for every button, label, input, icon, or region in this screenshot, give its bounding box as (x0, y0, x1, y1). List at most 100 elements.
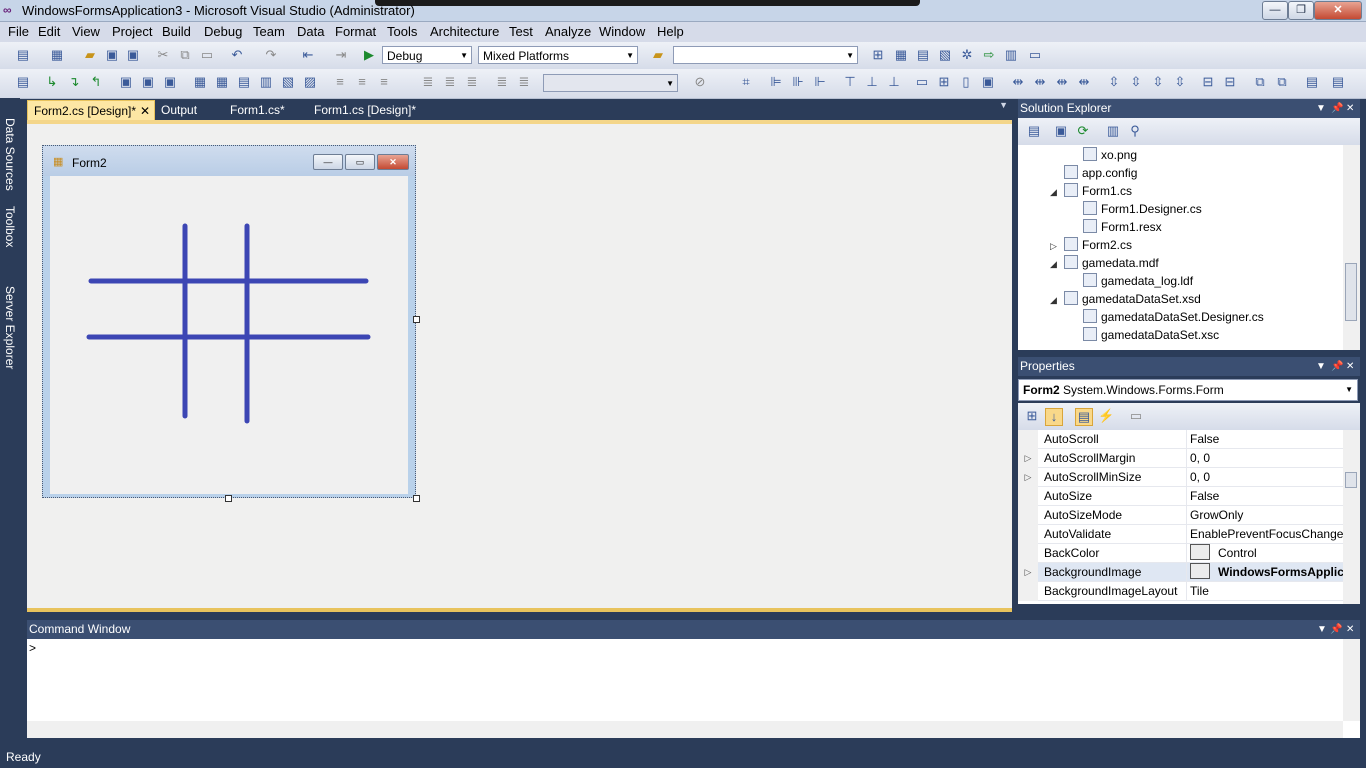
new-project-icon[interactable]: ▤ (15, 47, 31, 63)
toolbar-options-icon[interactable]: ▭ (1027, 47, 1043, 63)
panel-dropdown-icon[interactable]: ▼ (1316, 99, 1326, 118)
align-grid-icon[interactable]: ⌗ (738, 74, 754, 90)
center-vertically-icon[interactable]: ⊟ (1222, 74, 1238, 90)
send-to-back-icon[interactable]: ⧉ (1274, 74, 1290, 90)
align-tops-icon[interactable]: ⊤ (842, 74, 858, 90)
start-page-icon[interactable]: ⇨ (981, 47, 997, 63)
layout-icon-4[interactable]: ▦ (192, 74, 208, 90)
expand-icon[interactable]: ▷ (1018, 563, 1038, 582)
object-selector[interactable]: Form2 System.Windows.Forms.Form ▼ (1018, 379, 1358, 401)
vertical-scrollbar[interactable] (1343, 639, 1360, 721)
menu-format[interactable]: Format (335, 24, 376, 39)
layout-icon-2[interactable]: ▣ (140, 74, 156, 90)
copy-icon[interactable]: ⧉ (177, 47, 193, 63)
align-centers-icon[interactable]: ⊪ (790, 74, 806, 90)
menu-build[interactable]: Build (162, 24, 191, 39)
size-to-grid-icon[interactable]: ⊞ (936, 74, 952, 90)
step-over-icon[interactable]: ↴ (66, 74, 82, 90)
alphabetical-icon[interactable]: ↓ (1045, 408, 1063, 426)
solution-platform-select[interactable]: Mixed Platforms ▼ (478, 46, 638, 64)
pin-icon[interactable]: 📌 (1331, 99, 1343, 118)
v-spacing-dec-icon[interactable]: ⇳ (1150, 74, 1166, 90)
layout-icon-6[interactable]: ▤ (236, 74, 252, 90)
layout-icon-12[interactable]: ≡ (376, 74, 392, 90)
outdent-icon[interactable]: ≣ (464, 74, 480, 90)
refresh-icon[interactable]: ⟳ (1075, 123, 1091, 139)
navigate-forward-icon[interactable]: ⇥ (333, 47, 349, 63)
tree-item[interactable]: gamedataDataSet.Designer.cs (1069, 308, 1264, 326)
add-item-icon[interactable]: ▦ (49, 47, 65, 63)
layout-icon-3[interactable]: ▣ (162, 74, 178, 90)
resize-handle-bottom[interactable] (225, 495, 232, 502)
v-spacing-remove-icon[interactable]: ⇳ (1172, 74, 1188, 90)
bookmark-icon[interactable]: ≣ (516, 74, 532, 90)
property-value[interactable]: WindowsFormsApplica (1186, 563, 1343, 582)
menu-project[interactable]: Project (112, 24, 152, 39)
menu-data[interactable]: Data (297, 24, 324, 39)
h-spacing-inc-icon[interactable]: ⇹ (1032, 74, 1048, 90)
layout-options-icon[interactable]: ▤ (1330, 74, 1346, 90)
bring-to-front-icon[interactable]: ⧉ (1252, 74, 1268, 90)
menu-architecture[interactable]: Architecture (430, 24, 499, 39)
close-button[interactable]: ✕ (1314, 1, 1362, 20)
toolbox-icon[interactable]: ▧ (937, 47, 953, 63)
layout-icon-9[interactable]: ▨ (302, 74, 318, 90)
horizontal-scrollbar[interactable] (27, 721, 1343, 738)
tab-form1-design[interactable]: Form1.cs [Design]* (308, 100, 422, 120)
find-combo[interactable]: ▼ (673, 46, 858, 64)
property-row[interactable]: ▷ AutoScrollMargin 0, 0 (1018, 449, 1343, 468)
make-same-size-icon[interactable]: ▣ (980, 74, 996, 90)
make-same-width-icon[interactable]: ▭ (914, 74, 930, 90)
center-horizontally-icon[interactable]: ⊟ (1200, 74, 1216, 90)
align-to-grid-icon[interactable]: ▤ (15, 74, 31, 90)
tree-item[interactable]: ▷ Form2.cs (1050, 236, 1132, 254)
panel-dropdown-icon[interactable]: ▼ (1317, 620, 1327, 639)
menu-tools[interactable]: Tools (387, 24, 417, 39)
close-tab-icon[interactable]: ✕ (140, 101, 150, 121)
property-row[interactable]: ▷ AutoScrollMinSize 0, 0 (1018, 468, 1343, 487)
tab-server-explorer[interactable]: Server Explorer (2, 286, 18, 369)
panel-dropdown-icon[interactable]: ▼ (1316, 357, 1326, 376)
form-client-area[interactable] (50, 176, 408, 494)
form-window[interactable]: ▦ Form2 — ▭ ✕ (42, 145, 416, 498)
menu-view[interactable]: View (72, 24, 100, 39)
cut-icon[interactable]: ✂ (155, 47, 171, 63)
step-icon[interactable]: ↳ (44, 74, 60, 90)
uncomment-icon[interactable]: ≣ (442, 74, 458, 90)
close-panel-icon[interactable]: ✕ (1346, 99, 1354, 118)
breakpoint-icon[interactable]: ⊘ (692, 74, 708, 90)
target-combo[interactable]: ▼ (543, 74, 678, 92)
command-window-icon[interactable]: ▥ (1003, 47, 1019, 63)
layout-icon-7[interactable]: ▥ (258, 74, 274, 90)
tree-item[interactable]: gamedataDataSet.xsc (1069, 326, 1219, 344)
menu-debug[interactable]: Debug (204, 24, 242, 39)
layout-icon-1[interactable]: ▣ (118, 74, 134, 90)
solution-configuration-select[interactable]: Debug ▼ (382, 46, 472, 64)
v-spacing-equal-icon[interactable]: ⇳ (1106, 74, 1122, 90)
view-designer-icon[interactable]: ⚲ (1127, 123, 1143, 139)
menu-team[interactable]: Team (253, 24, 285, 39)
indent-icon[interactable]: ≣ (494, 74, 510, 90)
tree-item[interactable]: xo.png (1069, 146, 1137, 164)
property-row[interactable]: BackgroundImageLayout Tile (1018, 582, 1343, 601)
property-value[interactable]: Control (1186, 544, 1343, 563)
property-row[interactable]: AutoValidate EnablePreventFocusChange (1018, 525, 1343, 544)
property-value[interactable]: 0, 0 (1186, 449, 1343, 468)
designer-surface[interactable]: ▦ Form2 — ▭ ✕ (27, 120, 1012, 612)
scrollbar-thumb[interactable] (1345, 472, 1357, 488)
solution-explorer-icon[interactable]: ⊞ (870, 47, 886, 63)
h-spacing-remove-icon[interactable]: ⇹ (1076, 74, 1092, 90)
menu-file[interactable]: File (8, 24, 29, 39)
resize-handle-corner[interactable] (413, 495, 420, 502)
view-code-icon[interactable]: ▥ (1105, 123, 1121, 139)
tree-item[interactable]: ◢ Form1.cs (1050, 182, 1132, 200)
property-row[interactable]: BackColor Control (1018, 544, 1343, 563)
tree-item[interactable]: ◢ gamedata.mdf (1050, 254, 1159, 272)
find-in-files-icon[interactable]: ▰ (650, 47, 666, 63)
make-same-height-icon[interactable]: ▯ (958, 74, 974, 90)
property-value[interactable]: False (1186, 430, 1343, 449)
command-window-body[interactable]: > (27, 639, 1360, 738)
open-file-icon[interactable]: ▰ (82, 47, 98, 63)
tree-item[interactable]: Form1.Designer.cs (1069, 200, 1202, 218)
properties-view-icon[interactable]: ▤ (1075, 408, 1093, 426)
